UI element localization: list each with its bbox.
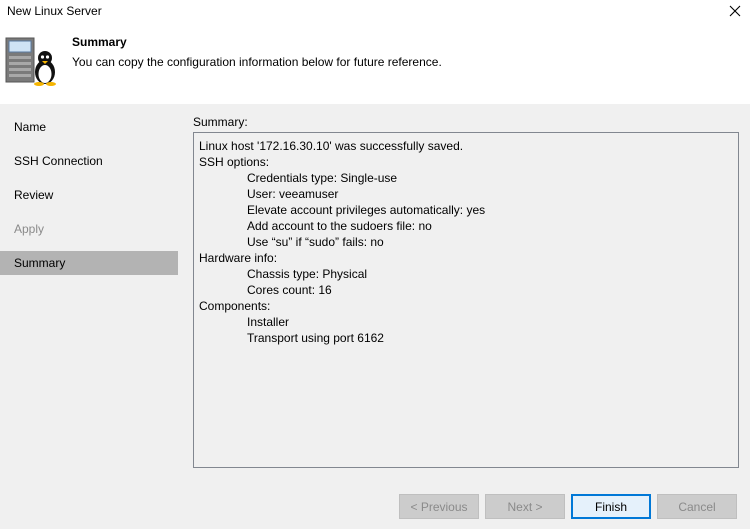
close-button[interactable] bbox=[720, 0, 750, 22]
summary-line: Elevate account privileges automatically… bbox=[247, 203, 486, 217]
summary-line: Add account to the sudoers file: no bbox=[247, 219, 432, 233]
page-subtitle: You can copy the configuration informati… bbox=[72, 55, 442, 69]
summary-line: Cores count: 16 bbox=[247, 283, 332, 297]
summary-line: Components: bbox=[199, 299, 271, 313]
finish-button[interactable]: Finish bbox=[571, 494, 651, 519]
close-icon bbox=[729, 5, 741, 17]
wizard-steps: Name SSH Connection Review Apply Summary bbox=[0, 104, 178, 480]
summary-line: Use “su” if “sudo” fails: no bbox=[247, 235, 384, 249]
wizard-footer: < Previous Next > Finish Cancel bbox=[0, 480, 750, 529]
cancel-button[interactable]: Cancel bbox=[657, 494, 737, 519]
summary-line: Transport using port 6162 bbox=[247, 331, 384, 345]
linux-server-icon bbox=[5, 37, 56, 86]
summary-label: Summary: bbox=[193, 115, 248, 129]
next-button[interactable]: Next > bbox=[485, 494, 565, 519]
page-title: Summary bbox=[72, 35, 127, 49]
previous-button[interactable]: < Previous bbox=[399, 494, 479, 519]
title-bar: New Linux Server bbox=[0, 0, 750, 22]
summary-line: Chassis type: Physical bbox=[247, 267, 368, 281]
summary-line: Credentials type: Single-use bbox=[247, 171, 398, 185]
summary-line: SSH options: bbox=[199, 155, 270, 169]
summary-line: Linux host '172.16.30.10' was successful… bbox=[199, 139, 464, 153]
summary-line: User: veeamuser bbox=[247, 187, 339, 201]
step-ssh-connection[interactable]: SSH Connection bbox=[0, 149, 178, 173]
step-apply: Apply bbox=[14, 222, 45, 236]
step-summary[interactable]: Summary bbox=[0, 251, 178, 275]
summary-textbox[interactable]: Linux host '172.16.30.10' was successful… bbox=[193, 132, 739, 468]
step-name[interactable]: Name bbox=[0, 115, 178, 139]
main-content: Summary: Linux host '172.16.30.10' was s… bbox=[178, 104, 750, 480]
summary-line: Installer bbox=[247, 315, 290, 329]
step-review[interactable]: Review bbox=[0, 183, 178, 207]
wizard-header: Summary You can copy the configuration i… bbox=[0, 22, 750, 104]
summary-line: Hardware info: bbox=[199, 251, 278, 265]
window-title: New Linux Server bbox=[7, 4, 102, 18]
